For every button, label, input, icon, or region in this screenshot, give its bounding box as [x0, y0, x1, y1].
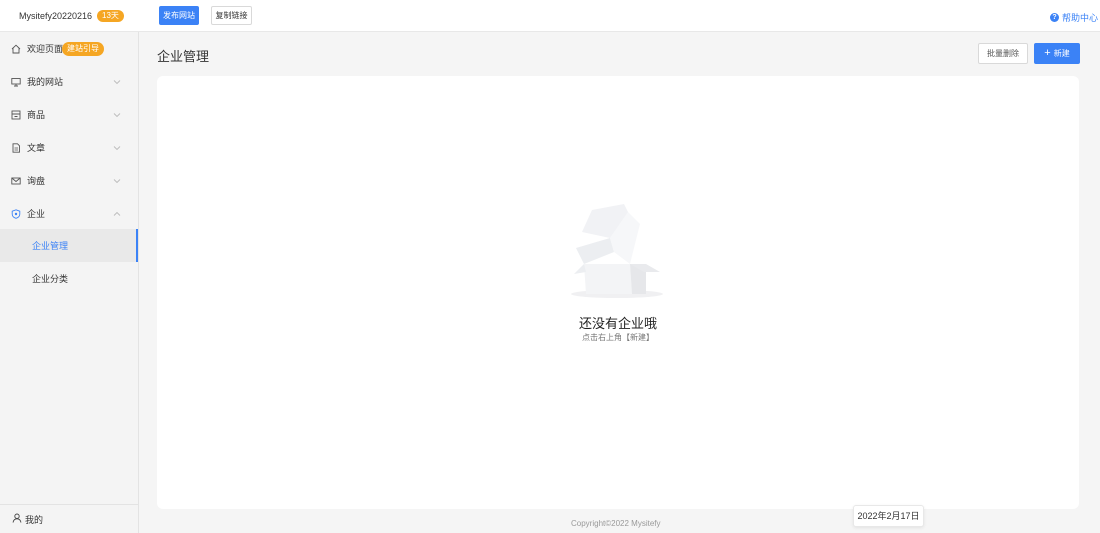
sidebar-subitem-enterprise-category[interactable]: 企业分类 [0, 262, 138, 295]
chevron-down-icon [113, 145, 121, 150]
help-center-link[interactable]: ? 帮助中心 [1049, 11, 1098, 24]
sidebar-item-label: 我的 [25, 514, 44, 525]
question-icon: ? [1049, 13, 1059, 22]
sidebar-item-label: 企业 [27, 209, 46, 219]
empty-box-illustration [571, 204, 663, 298]
sidebar-item-my-website[interactable]: 我的网站 [0, 65, 138, 98]
sidebar-item-welcome[interactable]: 欢迎页面 建站引导 [0, 32, 138, 65]
monitor-icon [11, 77, 21, 87]
copy-link-button[interactable]: 复制链接 [211, 6, 252, 25]
chevron-down-icon [113, 79, 121, 84]
mail-icon [11, 176, 21, 186]
document-icon [11, 142, 21, 153]
sidebar-subitem-label: 企业管理 [32, 241, 69, 251]
sidebar-subitem-enterprise-management[interactable]: 企业管理 [0, 229, 138, 262]
plus-icon: + [1044, 47, 1051, 59]
sidebar-item-inquiries[interactable]: 询盘 [0, 164, 138, 197]
copyright-text: Copyright©2022 Mysitefy [571, 519, 661, 528]
sidebar-item-label: 我的网站 [27, 77, 64, 87]
sidebar: 欢迎页面 建站引导 我的网站 商品 文章 询盘 企业 企业管理 企业分类 我的 [0, 32, 139, 533]
empty-state-hint: 点击右上角【新建】 [582, 333, 654, 342]
date-tooltip: 2022年2月17日 [853, 505, 924, 527]
site-name: Mysitefy20220216 [19, 11, 93, 21]
chevron-up-icon [113, 211, 121, 216]
sidebar-item-label: 欢迎页面 [27, 44, 64, 54]
publish-site-button[interactable]: 发布网站 [159, 6, 199, 25]
sidebar-item-me[interactable]: 我的 [0, 504, 138, 533]
sidebar-item-label: 商品 [27, 110, 46, 120]
page-title: 企业管理 [157, 49, 210, 64]
batch-delete-button[interactable]: 批量删除 [978, 43, 1028, 64]
empty-state-title: 还没有企业哦 [578, 316, 657, 331]
sidebar-item-products[interactable]: 商品 [0, 98, 138, 131]
chevron-down-icon [113, 178, 121, 183]
top-bar: Mysitefy20220216 13天 发布网站 复制链接 ? 帮助中心 [0, 0, 1100, 32]
new-button-label: 新建 [1053, 49, 1070, 58]
sidebar-item-label: 文章 [27, 143, 46, 153]
sidebar-subitem-label: 企业分类 [32, 274, 69, 284]
sidebar-item-enterprise[interactable]: 企业 [0, 197, 138, 230]
home-icon [11, 44, 21, 54]
chevron-down-icon [113, 112, 121, 117]
shield-icon [11, 208, 21, 219]
site-selector[interactable]: Mysitefy20220216 [19, 11, 105, 21]
guide-badge[interactable]: 建站引导 [62, 42, 104, 56]
days-badge: 13天 [97, 10, 124, 22]
product-icon [11, 110, 21, 120]
user-icon [12, 513, 22, 525]
help-center-label: 帮助中心 [1061, 13, 1098, 23]
content-card: 还没有企业哦 点击右上角【新建】 [157, 76, 1079, 509]
sidebar-item-articles[interactable]: 文章 [0, 131, 138, 164]
new-button[interactable]: + 新建 [1034, 43, 1080, 64]
sidebar-item-label: 询盘 [27, 176, 46, 186]
